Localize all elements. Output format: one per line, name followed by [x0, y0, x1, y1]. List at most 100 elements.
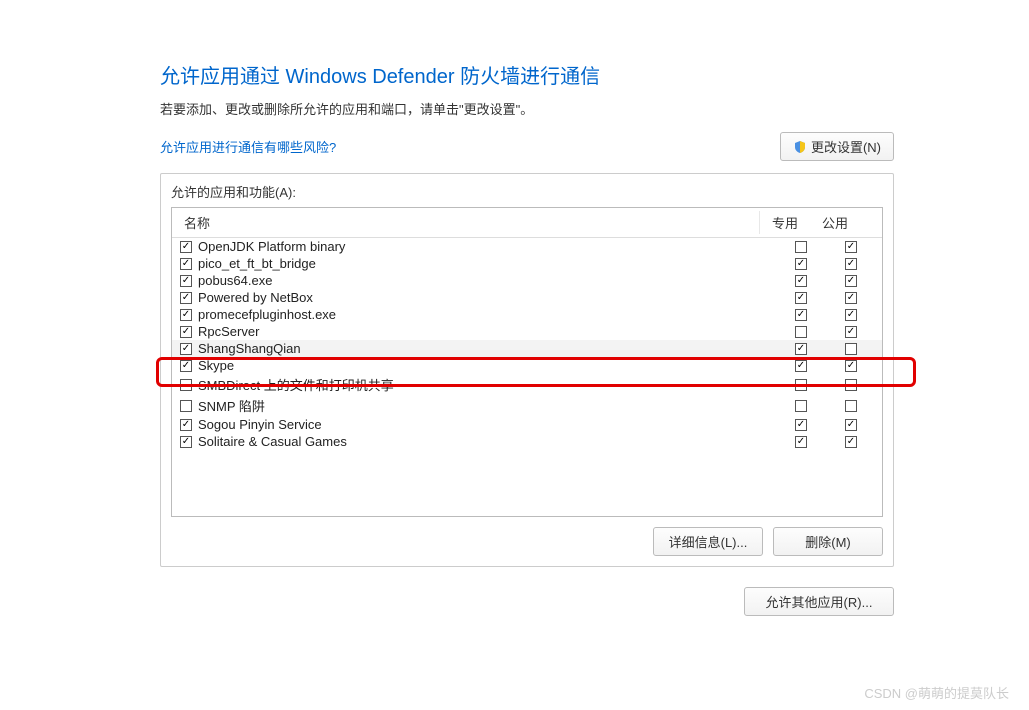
table-row[interactable]: ✓ Powered by NetBox ✓ ✓: [172, 289, 882, 306]
change-settings-label: 更改设置(N): [811, 137, 881, 156]
list-header: 名称 专用 公用: [172, 208, 882, 238]
page-title: 允许应用通过 Windows Defender 防火墙进行通信: [160, 60, 894, 89]
public-cell: ✓: [828, 241, 878, 253]
private-checkbox[interactable]: ✓: [795, 360, 807, 372]
private-checkbox[interactable]: ✓: [795, 419, 807, 431]
public-cell: [828, 400, 878, 412]
private-cell: [778, 379, 828, 391]
public-checkbox[interactable]: ✓: [845, 292, 857, 304]
app-name-cell: ✓ pico_et_ft_bt_bridge: [180, 256, 778, 271]
public-checkbox[interactable]: ✓: [845, 360, 857, 372]
public-checkbox[interactable]: ✓: [845, 326, 857, 338]
table-row[interactable]: ✓ ShangShangQian ✓: [172, 340, 882, 357]
app-name-cell: ✓ Solitaire & Casual Games: [180, 434, 778, 449]
enable-checkbox[interactable]: [180, 379, 192, 391]
risk-link[interactable]: 允许应用进行通信有哪些风险?: [160, 137, 336, 156]
private-checkbox[interactable]: [795, 400, 807, 412]
app-name-label: Skype: [198, 358, 234, 373]
col-header-public[interactable]: 公用: [810, 211, 860, 234]
private-checkbox[interactable]: [795, 241, 807, 253]
enable-checkbox[interactable]: ✓: [180, 343, 192, 355]
enable-checkbox[interactable]: [180, 400, 192, 412]
private-checkbox[interactable]: ✓: [795, 275, 807, 287]
app-name-label: pobus64.exe: [198, 273, 272, 288]
table-row[interactable]: ✓ promecefpluginhost.exe ✓ ✓: [172, 306, 882, 323]
enable-checkbox[interactable]: ✓: [180, 258, 192, 270]
public-cell: ✓: [828, 360, 878, 372]
private-checkbox[interactable]: [795, 379, 807, 391]
app-name-label: Solitaire & Casual Games: [198, 434, 347, 449]
app-name-cell: SMBDirect 上的文件和打印机共享: [180, 375, 778, 394]
remove-button[interactable]: 删除(M): [773, 527, 883, 556]
table-row[interactable]: ✓ Skype ✓ ✓: [172, 357, 882, 374]
enable-checkbox[interactable]: ✓: [180, 419, 192, 431]
private-cell: ✓: [778, 343, 828, 355]
table-row[interactable]: ✓RpcServer✓: [172, 323, 882, 340]
public-cell: ✓: [828, 275, 878, 287]
table-row[interactable]: ✓Sogou Pinyin Service✓✓: [172, 416, 882, 433]
change-settings-button[interactable]: 更改设置(N): [780, 132, 894, 161]
enable-checkbox[interactable]: ✓: [180, 309, 192, 321]
private-cell: ✓: [778, 258, 828, 270]
private-checkbox[interactable]: ✓: [795, 309, 807, 321]
public-checkbox[interactable]: ✓: [845, 436, 857, 448]
enable-checkbox[interactable]: ✓: [180, 275, 192, 287]
private-cell: ✓: [778, 292, 828, 304]
public-checkbox[interactable]: ✓: [845, 419, 857, 431]
app-name-label: promecefpluginhost.exe: [198, 307, 336, 322]
public-checkbox[interactable]: ✓: [845, 258, 857, 270]
panel-label: 允许的应用和功能(A):: [171, 182, 883, 201]
table-row[interactable]: ✓ pico_et_ft_bt_bridge ✓ ✓: [172, 255, 882, 272]
table-row[interactable]: ✓ Solitaire & Casual Games ✓ ✓: [172, 433, 882, 450]
list-body[interactable]: ✓OpenJDK Platform binary✓✓pico_et_ft_bt_…: [172, 238, 882, 516]
enable-checkbox[interactable]: ✓: [180, 292, 192, 304]
public-checkbox[interactable]: [845, 343, 857, 355]
private-cell: [778, 326, 828, 338]
private-cell: ✓: [778, 419, 828, 431]
enable-checkbox[interactable]: ✓: [180, 326, 192, 338]
private-cell: ✓: [778, 275, 828, 287]
app-name-cell: ✓ Powered by NetBox: [180, 290, 778, 305]
details-button[interactable]: 详细信息(L)...: [653, 527, 763, 556]
private-checkbox[interactable]: ✓: [795, 436, 807, 448]
app-name-label: ShangShangQian: [198, 341, 301, 356]
allowed-apps-panel: 允许的应用和功能(A): 名称 专用 公用 ✓OpenJDK Platform …: [160, 173, 894, 567]
col-header-name[interactable]: 名称: [180, 211, 760, 234]
public-checkbox[interactable]: ✓: [845, 275, 857, 287]
public-cell: ✓: [828, 258, 878, 270]
enable-checkbox[interactable]: ✓: [180, 360, 192, 372]
app-name-cell: ✓ ShangShangQian: [180, 341, 778, 356]
private-checkbox[interactable]: ✓: [795, 343, 807, 355]
enable-checkbox[interactable]: ✓: [180, 436, 192, 448]
private-cell: [778, 241, 828, 253]
private-cell: ✓: [778, 436, 828, 448]
private-cell: [778, 400, 828, 412]
table-row[interactable]: ✓OpenJDK Platform binary✓: [172, 238, 882, 255]
watermark: CSDN @萌萌的提莫队长: [864, 683, 1009, 702]
public-checkbox[interactable]: ✓: [845, 241, 857, 253]
enable-checkbox[interactable]: ✓: [180, 241, 192, 253]
private-checkbox[interactable]: ✓: [795, 292, 807, 304]
app-name-label: SMBDirect 上的文件和打印机共享: [198, 375, 394, 394]
app-name-cell: ✓OpenJDK Platform binary: [180, 239, 778, 254]
public-cell: ✓: [828, 419, 878, 431]
private-cell: ✓: [778, 309, 828, 321]
private-checkbox[interactable]: [795, 326, 807, 338]
public-checkbox[interactable]: [845, 379, 857, 391]
col-header-private[interactable]: 专用: [760, 211, 810, 234]
table-row[interactable]: SMBDirect 上的文件和打印机共享: [172, 374, 882, 395]
public-checkbox[interactable]: [845, 400, 857, 412]
public-cell: ✓: [828, 326, 878, 338]
table-row[interactable]: SNMP 陷阱: [172, 395, 882, 416]
public-cell: ✓: [828, 292, 878, 304]
table-row[interactable]: ✓ pobus64.exe ✓ ✓: [172, 272, 882, 289]
apps-list: 名称 专用 公用 ✓OpenJDK Platform binary✓✓pico_…: [171, 207, 883, 517]
page-subtitle: 若要添加、更改或删除所允许的应用和端口，请单击"更改设置"。: [160, 99, 894, 118]
app-name-cell: ✓ promecefpluginhost.exe: [180, 307, 778, 322]
app-name-label: Powered by NetBox: [198, 290, 313, 305]
private-checkbox[interactable]: ✓: [795, 258, 807, 270]
public-checkbox[interactable]: ✓: [845, 309, 857, 321]
allow-other-app-button[interactable]: 允许其他应用(R)...: [744, 587, 894, 616]
app-name-cell: ✓ Skype: [180, 358, 778, 373]
app-name-label: pico_et_ft_bt_bridge: [198, 256, 316, 271]
